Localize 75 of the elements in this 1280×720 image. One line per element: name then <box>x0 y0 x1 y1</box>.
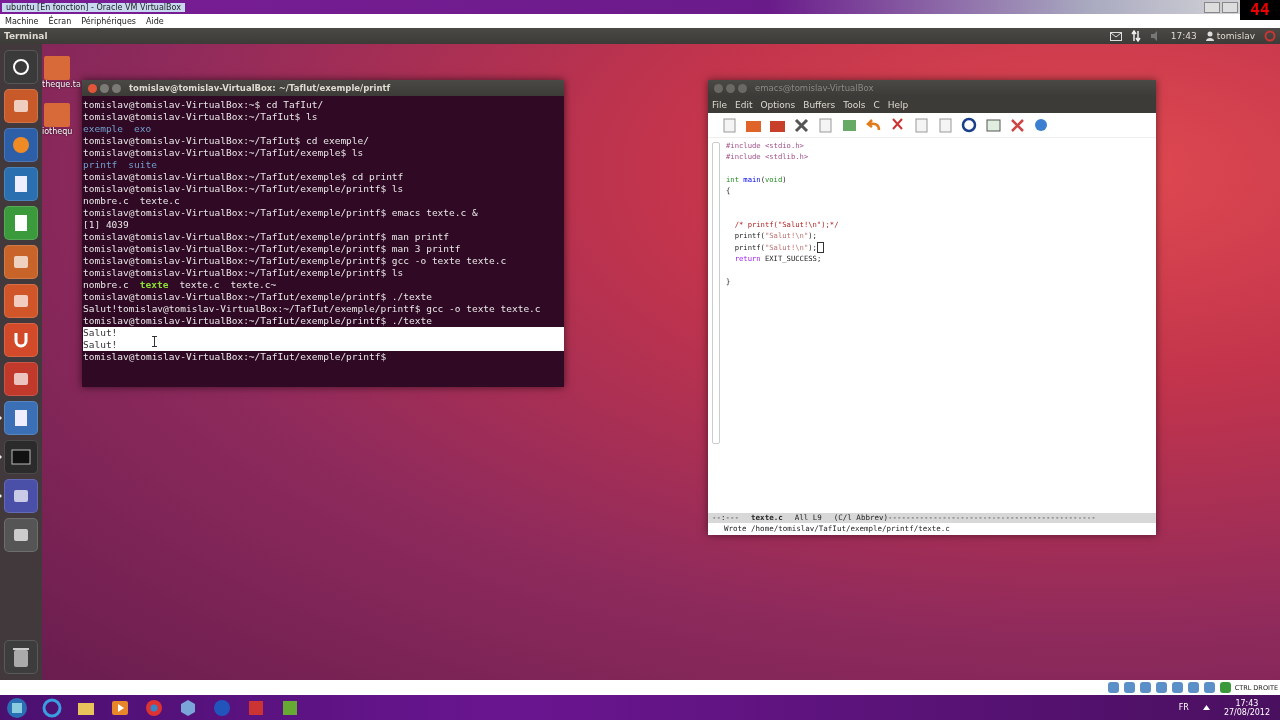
tray-arrow-icon[interactable] <box>1202 705 1210 710</box>
terminal-text: tomislav@tomislav-VirtualBox:~/TafIut/exemple/printf$ gcc -o texte texte.c <box>83 255 507 267</box>
clock[interactable]: 17:43 <box>1235 698 1259 708</box>
text-cursor <box>816 241 824 253</box>
terminal-text: exemple <box>83 123 124 135</box>
terminal-text: tomislav@tomislav-VirtualBox:~/TafIut/exemple/printf$ <box>83 351 387 363</box>
terminal-text: texte <box>139 279 169 291</box>
window-title: tomislav@tomislav-VirtualBox: ~/TafIut/exemple/printf <box>129 83 391 93</box>
minimize-button[interactable] <box>1204 1 1220 13</box>
window-title: emacs@tomislav-VirtualBox <box>755 83 874 93</box>
app-title: Terminal <box>4 31 48 41</box>
window-title: ubuntu [En fonction] - Oracle VM VirtualBox <box>2 2 185 12</box>
menu-item[interactable]: Aide <box>146 16 164 26</box>
recording-counter: 44 <box>1240 0 1280 20</box>
text-editor-icon[interactable] <box>4 401 38 435</box>
terminal-text: texte.c <box>139 195 180 207</box>
menu-item[interactable]: Machine <box>5 16 39 26</box>
start-icon[interactable] <box>6 696 28 719</box>
cube-icon[interactable] <box>178 697 198 718</box>
terminal-text: tomislav@tomislav-VirtualBox:~/TafIut/exemple/printf$ ./texte <box>83 291 432 303</box>
terminal-text: exo <box>134 123 152 135</box>
terminal-text: tomislav@tomislav-VirtualBox:~/TafIut/exemple$ ls <box>83 147 364 159</box>
language-indicator[interactable]: FR <box>1178 703 1189 712</box>
terminal-text: tomislav@tomislav-VirtualBox:~/TafIut/exemple$ cd printf <box>83 171 404 183</box>
horseshoe-icon[interactable] <box>4 323 38 357</box>
close-button[interactable] <box>88 83 97 93</box>
terminal-text: tomislav@tomislav-VirtualBox:~/TafIut$ cd exemple/ <box>83 135 369 147</box>
close-icon[interactable] <box>793 116 810 134</box>
menu-item[interactable]: Help <box>887 99 909 110</box>
terminal-text: tomislav@tomislav-VirtualBox:~/TafIut/exemple/printf$ ls <box>83 267 404 279</box>
user-name[interactable]: tomislav <box>1216 31 1255 41</box>
text-cursor-icon <box>152 336 157 347</box>
mail-icon[interactable] <box>1109 31 1122 41</box>
terminal-text: texte.c~ <box>230 279 277 291</box>
minimize-button[interactable] <box>100 83 109 93</box>
terminal-text: tomislav@tomislav-VirtualBox:~$ cd TafIut/ <box>83 99 324 111</box>
menu-item[interactable]: Buffers <box>803 99 836 110</box>
search-icon[interactable] <box>961 116 978 134</box>
scroll-bar[interactable] <box>712 142 720 444</box>
terminal-text: [1] 4039 <box>83 219 129 231</box>
menu-item[interactable]: File <box>712 99 728 110</box>
terminal-text: suite <box>128 159 157 171</box>
terminal-text: nombre.c <box>83 279 129 291</box>
menu-item[interactable]: Tools <box>843 99 866 110</box>
new-file-icon[interactable] <box>721 116 738 134</box>
dash-icon[interactable] <box>4 50 38 84</box>
document-icon[interactable] <box>4 167 38 201</box>
file-label[interactable]: iothequ <box>42 127 73 136</box>
menu-item[interactable]: C <box>873 99 880 110</box>
power-icon[interactable] <box>1264 30 1276 42</box>
user-icon <box>1205 31 1214 41</box>
menu-item[interactable]: Écran <box>48 16 72 26</box>
file-label[interactable]: theque.ta <box>42 80 81 89</box>
terminal-text: printf <box>83 159 118 171</box>
maximize-button[interactable] <box>1222 1 1238 13</box>
terminal-text: tomislav@tomislav-VirtualBox:~/TafIut/exemple/printf$ ./texte <box>83 315 432 327</box>
terminal-text: Salut! <box>83 339 118 351</box>
menu-item[interactable]: Edit <box>735 99 753 110</box>
menu-item[interactable]: Options <box>760 99 796 110</box>
terminal-text: Salut! <box>83 327 118 339</box>
terminal-text: texte.c <box>179 279 220 291</box>
maximize-button[interactable] <box>112 83 121 93</box>
terminal-icon[interactable] <box>4 440 38 474</box>
terminal-text: tomislav@tomislav-VirtualBox:~/TafIut/exemple/printf$ man 3 printf <box>83 243 461 255</box>
menu-item[interactable]: Périphériques <box>81 16 136 26</box>
date[interactable]: 27/08/2012 <box>1223 707 1270 717</box>
terminal-text: tomislav@tomislav-VirtualBox:~/TafIut/exemple/printf$ emacs texte.c & <box>83 207 478 219</box>
clock[interactable]: 17:43 <box>1170 31 1197 41</box>
terminal-text: tomislav@tomislav-VirtualBox:~/TafIut/exemple/printf$ man printf <box>83 231 450 243</box>
trash-icon[interactable] <box>4 640 38 674</box>
terminal-text: Salut!tomislav@tomislav-VirtualBox:~/TafIut/exemple/printf$ gcc -o texte texte.c <box>83 303 541 315</box>
terminal-text: tomislav@tomislav-VirtualBox:~/TafIut/exemple/printf$ ls <box>83 183 404 195</box>
terminal-text: nombre.c <box>83 195 129 207</box>
spreadsheet-icon[interactable] <box>4 206 38 240</box>
terminal-text: tomislav@tomislav-VirtualBox:~/TafIut$ ls <box>83 111 318 123</box>
